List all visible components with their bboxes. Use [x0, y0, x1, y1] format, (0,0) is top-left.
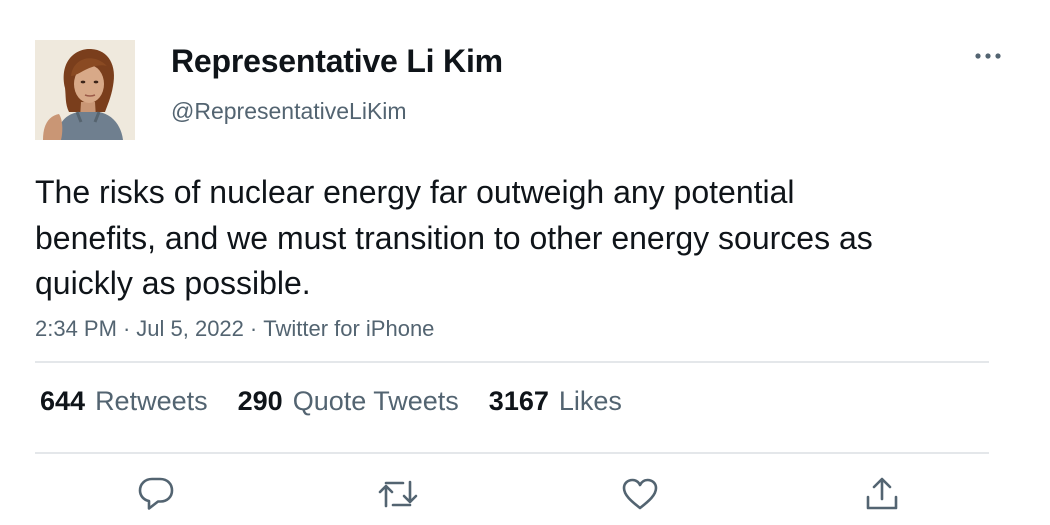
meta-separator: ·: [249, 316, 258, 341]
likes-count: 3167: [488, 386, 549, 416]
likes-label: Likes: [558, 386, 622, 416]
retweets-label: Retweets: [95, 386, 208, 416]
tweet-meta: 2:34 PM · Jul 5, 2022 · Twitter for iPhone: [35, 316, 434, 342]
tweet-time[interactable]: 2:34 PM: [35, 316, 117, 341]
retweets-count: 644: [40, 386, 86, 416]
more-options-button[interactable]: [972, 46, 1004, 66]
retweet-button[interactable]: [376, 472, 420, 516]
heart-icon: [622, 478, 658, 510]
tweet-date[interactable]: Jul 5, 2022: [136, 316, 244, 341]
divider: [35, 361, 989, 363]
retweet-icon: [378, 480, 418, 508]
tweet-source[interactable]: Twitter for iPhone: [263, 316, 434, 341]
more-icon: [975, 53, 1001, 59]
divider: [35, 452, 989, 454]
user-handle[interactable]: @RepresentativeLiKim: [171, 98, 407, 125]
avatar-photo: [35, 40, 135, 140]
retweets-stat[interactable]: 644 Retweets: [40, 386, 208, 417]
meta-separator: ·: [122, 316, 131, 341]
reply-icon: [138, 477, 174, 510]
share-button[interactable]: [860, 472, 904, 516]
avatar[interactable]: [35, 40, 135, 140]
reply-button[interactable]: [134, 472, 178, 516]
likes-stat[interactable]: 3167 Likes: [489, 386, 622, 417]
display-name[interactable]: Representative Li Kim: [171, 43, 503, 80]
quote-tweets-count: 290: [237, 386, 283, 416]
action-bar: [0, 472, 1050, 516]
like-button[interactable]: [618, 472, 662, 516]
tweet-text: The risks of nuclear energy far outweigh…: [35, 174, 873, 301]
share-icon: [866, 477, 898, 510]
engagement-stats: 644 Retweets 290 Quote Tweets 3167 Likes: [40, 386, 652, 417]
quote-tweets-stat[interactable]: 290 Quote Tweets: [238, 386, 459, 417]
quote-tweets-label: Quote Tweets: [292, 386, 459, 416]
